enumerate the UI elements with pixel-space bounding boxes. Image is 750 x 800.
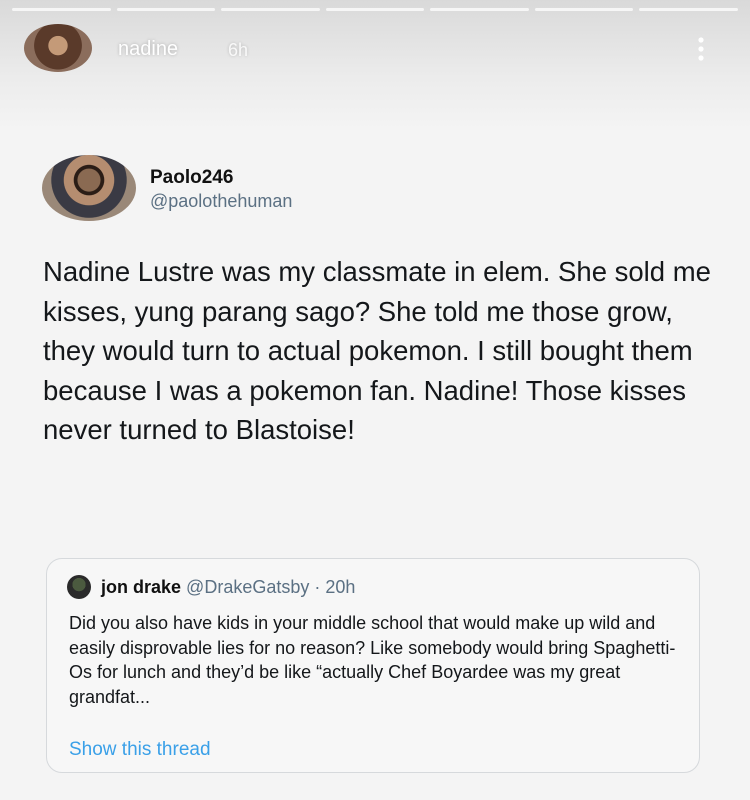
story-header: nadine 6h bbox=[0, 0, 750, 130]
show-thread-link[interactable]: Show this thread bbox=[69, 739, 211, 761]
story-username[interactable]: nadine bbox=[118, 38, 178, 61]
story-progress-bar bbox=[12, 8, 739, 11]
quoted-author-meta: @DrakeGatsby · 20h bbox=[186, 577, 356, 597]
progress-segment bbox=[221, 8, 320, 11]
tweet-author-name[interactable]: Paolo246 bbox=[150, 167, 233, 189]
story-timestamp: 6h bbox=[228, 40, 249, 60]
quoted-tweet-header: jon drake @DrakeGatsby · 20h bbox=[101, 577, 355, 598]
more-vertical-icon[interactable] bbox=[694, 34, 708, 64]
progress-segment bbox=[12, 8, 111, 11]
tweet-author-avatar[interactable] bbox=[42, 155, 136, 221]
tweet-text: Nadine Lustre was my classmate in elem. … bbox=[43, 256, 711, 445]
progress-segment bbox=[534, 8, 634, 11]
progress-segment bbox=[430, 8, 529, 11]
progress-segment bbox=[639, 8, 739, 11]
story-avatar[interactable] bbox=[24, 24, 92, 72]
quoted-author-name: jon drake bbox=[101, 577, 182, 597]
tweet-author-handle[interactable]: @paolothehuman bbox=[150, 191, 292, 212]
progress-segment bbox=[325, 8, 425, 11]
quoted-tweet-text: Did you also have kids in your middle sc… bbox=[69, 613, 676, 707]
quoted-author-avatar bbox=[67, 575, 91, 599]
quoted-tweet-card[interactable]: jon drake @DrakeGatsby · 20h Did you als… bbox=[46, 558, 700, 773]
progress-segment bbox=[116, 8, 216, 11]
